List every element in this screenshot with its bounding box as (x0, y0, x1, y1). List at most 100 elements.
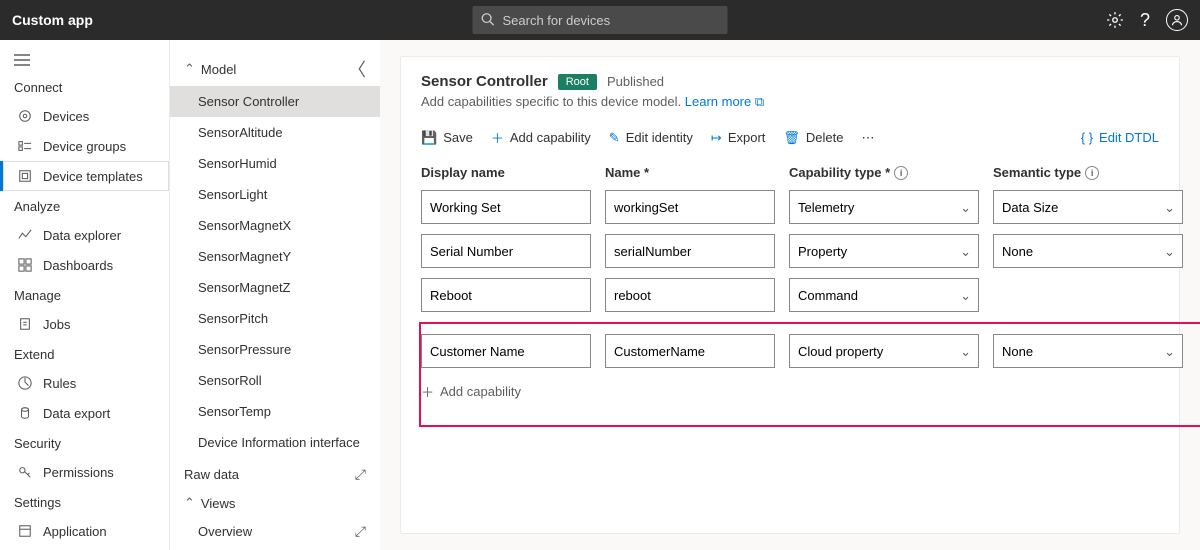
more-button[interactable]: ⋯ (861, 130, 874, 146)
col-capability-type: Capability type * i (789, 165, 979, 180)
nav-data-explorer[interactable]: Data explorer (0, 220, 169, 250)
capability-type-select[interactable] (789, 190, 979, 224)
save-icon: 💾 (421, 130, 437, 146)
learn-more-link[interactable]: Learn more ⧉ (685, 94, 764, 109)
rules-icon (17, 375, 33, 391)
card-header: Sensor Controller Root Published (421, 73, 1159, 90)
nav-dashboards[interactable]: Dashboards (0, 250, 169, 280)
semantic-type-select[interactable] (993, 190, 1183, 224)
profile-icon[interactable] (1166, 9, 1188, 31)
hamburger-icon[interactable] (0, 48, 169, 72)
tree-item-device-info[interactable]: Device Information interface (170, 427, 380, 458)
application-icon (17, 523, 33, 539)
name-input[interactable] (605, 278, 775, 312)
jobs-icon (17, 316, 33, 332)
delete-button[interactable]: 🗑Delete (783, 130, 843, 146)
app-title: Custom app (12, 12, 93, 28)
tree-item[interactable]: SensorRoll (170, 365, 380, 396)
display-name-input[interactable] (421, 190, 591, 224)
plus-icon: ＋ (421, 382, 434, 401)
semantic-type-select[interactable] (993, 234, 1183, 268)
device-groups-icon (17, 138, 33, 154)
tree-item[interactable]: SensorPitch (170, 303, 380, 334)
tree-item[interactable]: SensorLight (170, 179, 380, 210)
tree-item[interactable]: SensorMagnetZ (170, 272, 380, 303)
expand-icon[interactable]: ⤢ (355, 466, 366, 483)
tree-item[interactable]: SensorTemp (170, 396, 380, 427)
tree-item[interactable]: SensorMagnetY (170, 241, 380, 272)
tree-item-overview[interactable]: Overview ⤢ (170, 515, 380, 548)
main-content: Sensor Controller Root Published Add cap… (380, 40, 1200, 550)
tree-item[interactable]: SensorMagnetX (170, 210, 380, 241)
nav-group-connect: Connect (0, 72, 169, 101)
display-name-input[interactable] (421, 234, 591, 268)
col-semantic-type: Semantic type i (993, 165, 1183, 180)
chevron-down-icon: ⌃ (184, 495, 195, 511)
page-title: Sensor Controller (421, 73, 548, 90)
tree-item[interactable]: SensorPressure (170, 334, 380, 365)
search-input[interactable] (473, 6, 728, 34)
capabilities-card: Sensor Controller Root Published Add cap… (400, 56, 1180, 534)
export-button[interactable]: ↦Export (711, 130, 765, 146)
expand-icon[interactable]: ⤢ (355, 523, 366, 540)
subtext: Add capabilities specific to this device… (421, 94, 1159, 110)
save-button[interactable]: 💾Save (421, 130, 473, 146)
tree-item[interactable]: SensorHumid (170, 148, 380, 179)
tree-item[interactable]: SensorAltitude (170, 117, 380, 148)
nav-group-security: Security (0, 428, 169, 457)
nav-devices[interactable]: Devices (0, 101, 169, 131)
capability-type-select[interactable] (789, 334, 979, 368)
status-text: Published (607, 74, 664, 89)
help-icon[interactable]: ? (1140, 10, 1150, 31)
chevron-down-icon: ⌃ (184, 61, 195, 77)
add-capability-row[interactable]: ＋Add capability (421, 382, 1200, 401)
permissions-icon (17, 464, 33, 480)
nav-group-analyze: Analyze (0, 191, 169, 220)
more-icon: ⋯ (861, 130, 874, 146)
nav-data-export[interactable]: Data export (0, 398, 169, 428)
export-icon: ↦ (711, 130, 722, 146)
add-capability-button[interactable]: ＋Add capability (491, 128, 591, 147)
back-arrow-icon[interactable]: 〈 (348, 56, 366, 82)
nav-jobs[interactable]: Jobs (0, 309, 169, 339)
info-icon[interactable]: i (894, 166, 908, 180)
name-input[interactable] (605, 234, 775, 268)
capability-type-select[interactable] (789, 234, 979, 268)
nav-device-groups[interactable]: Device groups (0, 131, 169, 161)
nav-device-templates[interactable]: Device templates (0, 161, 169, 191)
edit-identity-button[interactable]: ✎Edit identity (609, 130, 693, 146)
name-input[interactable] (605, 190, 775, 224)
search-icon (481, 12, 495, 26)
tree-item-sensor-controller[interactable]: Sensor Controller (170, 86, 380, 117)
toolbar: 💾Save ＋Add capability ✎Edit identity ↦Ex… (421, 128, 1159, 157)
nav-sidebar: Connect Devices Device groups Device tem… (0, 40, 170, 550)
plus-icon: ＋ (491, 128, 504, 147)
highlighted-row: ⌄ ⌄ ✕⌄ ＋Add capability (419, 322, 1200, 427)
tree-model-header[interactable]: ⌃ Model 〈 (170, 52, 380, 86)
tree-raw-data[interactable]: Raw data ⤢ (170, 458, 380, 491)
edit-dtdl-button[interactable]: { }Edit DTDL (1081, 130, 1159, 145)
display-name-input[interactable] (421, 278, 591, 312)
nav-permissions[interactable]: Permissions (0, 457, 169, 487)
semantic-type-select[interactable] (993, 334, 1183, 368)
search-wrap (473, 6, 728, 34)
devices-icon (17, 108, 33, 124)
nav-group-extend: Extend (0, 339, 169, 368)
gear-icon[interactable] (1106, 11, 1124, 29)
dashboards-icon (17, 257, 33, 273)
device-templates-icon (17, 168, 33, 184)
braces-icon: { } (1081, 130, 1093, 145)
nav-group-settings: Settings (0, 487, 169, 516)
tree-views-header[interactable]: ⌃ Views (170, 491, 380, 515)
name-input[interactable] (605, 334, 775, 368)
nav-rules[interactable]: Rules (0, 368, 169, 398)
top-icons: ? (1106, 9, 1188, 31)
external-link-icon: ⧉ (755, 94, 764, 109)
col-name: Name * (605, 165, 775, 180)
top-bar: Custom app ? (0, 0, 1200, 40)
tree-panel: ⌃ Model 〈 Sensor Controller SensorAltitu… (170, 40, 380, 550)
nav-application[interactable]: Application (0, 516, 169, 546)
info-icon[interactable]: i (1085, 166, 1099, 180)
display-name-input[interactable] (421, 334, 591, 368)
capability-type-select[interactable] (789, 278, 979, 312)
